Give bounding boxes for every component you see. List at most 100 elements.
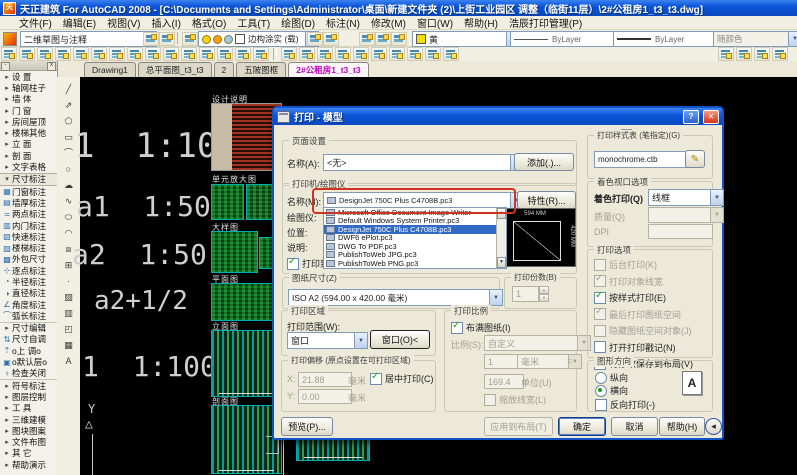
printer-list-item[interactable]: DesignJet 750C Plus C4708B.pc3 [324, 225, 497, 234]
draw-tool-icon[interactable]: ☁ [59, 177, 78, 193]
dialog-close-icon[interactable]: ✕ [703, 110, 719, 124]
sidebar-item[interactable]: ▸ 设 置 [0, 71, 57, 82]
lock-icon[interactable] [224, 35, 233, 44]
layer-tool-icon[interactable] [736, 47, 752, 61]
fit-to-paper-checkbox[interactable]: 布满图纸(I) [451, 321, 511, 334]
layer-tool-icon[interactable] [73, 47, 89, 61]
layer-tool-icon[interactable] [217, 47, 233, 61]
radio-icon[interactable] [595, 385, 607, 397]
make-object-layer-icon[interactable] [375, 32, 391, 46]
layer-tool-icon[interactable] [19, 47, 35, 61]
layer-tool-icon[interactable] [91, 47, 107, 61]
sidebar-item[interactable]: ▥ 内门标注 [0, 220, 57, 231]
sidebar-item[interactable]: ▸ 立 面 [0, 139, 57, 150]
sidebar-item[interactable]: ▸ 图块图案 [0, 425, 57, 436]
checkbox-icon[interactable] [594, 308, 606, 320]
sidebar-item[interactable]: ◑ 直径标注 [0, 288, 57, 299]
layer-isolate-icon[interactable] [391, 32, 407, 46]
help-button[interactable]: 帮助(H) [659, 417, 705, 436]
layer-tool-icon[interactable] [335, 47, 351, 61]
menu-item[interactable]: 标注(N) [321, 15, 365, 30]
sidebar-item[interactable]: ▸ 帮助演示 [0, 459, 57, 470]
workspace-settings-icon[interactable] [143, 32, 159, 46]
sidebar-item[interactable]: ▣ o默认层o [0, 356, 57, 367]
sidebar-item[interactable]: ▸ 符号标注 [0, 379, 57, 391]
document-tab[interactable]: 2 [214, 62, 235, 77]
sidebar-item[interactable]: ▸ 其 它 [0, 448, 57, 459]
draw-tool-icon[interactable]: A [59, 353, 78, 369]
sidebar-item[interactable]: ♀ 检查关闭 [0, 368, 57, 379]
draw-tool-icon[interactable]: ◰ [59, 321, 78, 337]
checkbox-icon[interactable] [594, 341, 606, 353]
layer-tool-icon[interactable] [353, 47, 369, 61]
printer-list-item[interactable]: DWF6 ePlot.pc3 [324, 234, 497, 243]
layer-tool-icon[interactable] [181, 47, 197, 61]
sidebar-item[interactable]: ▸ 房间屋顶 [0, 116, 57, 127]
sidebar-item[interactable]: ⊹ 逐点标注 [0, 265, 57, 276]
workspace-save-icon[interactable] [159, 32, 175, 46]
layer-tool-icon[interactable] [253, 47, 269, 61]
less-options-button[interactable]: ◂ [705, 418, 722, 435]
draw-tool-icon[interactable]: ⬭ [59, 209, 78, 225]
plot-upside-down-checkbox[interactable]: 反向打印(-) [595, 398, 655, 411]
radio-icon[interactable] [595, 372, 607, 384]
chevron-down-icon[interactable]: ▼ [354, 333, 367, 348]
pagesetup-name-select[interactable]: <无> ▼ [323, 154, 524, 171]
cancel-button[interactable]: 取消 [611, 417, 658, 436]
checkbox-icon[interactable] [594, 259, 606, 271]
shade-plot-select[interactable]: 线框 ▼ [648, 189, 724, 206]
sidebar-item[interactable]: ▤ 墙厚标注 [0, 197, 57, 208]
printer-list-item[interactable]: Default Windows System Printer.pc3 [324, 217, 497, 226]
plot-option-checkbox[interactable]: 最后打印图纸空间 [594, 308, 710, 321]
chevron-down-icon[interactable]: ▼ [710, 190, 723, 205]
close-icon[interactable]: x [47, 62, 56, 71]
layer-tool-icon[interactable] [145, 47, 161, 61]
menu-item[interactable]: 窗口(W) [412, 15, 458, 30]
center-plot-checkbox[interactable]: 居中打印(C) [370, 372, 434, 385]
layer-tool-icon[interactable] [55, 47, 71, 61]
layer-tool-icon[interactable] [1, 47, 17, 61]
list-scrollbar[interactable]: ▲ ▼ [496, 208, 506, 268]
menu-item[interactable]: 浩辰打印管理(P) [504, 15, 587, 30]
layer-states-icon[interactable] [323, 32, 339, 46]
menu-item[interactable]: 工具(T) [232, 15, 275, 30]
draw-tool-icon[interactable]: ∿ [59, 193, 78, 209]
layer-tool-icon[interactable] [443, 47, 459, 61]
sidebar-item[interactable]: ◔ 半径标注 [0, 276, 57, 287]
sidebar-item[interactable]: ▸ 轴网柱子 [0, 82, 57, 93]
sidebar-item[interactable]: ▸ 墙 体 [0, 94, 57, 105]
dialog-help-icon[interactable]: ? [683, 110, 699, 124]
document-tab[interactable]: 总平面图_t3_t3 [138, 62, 212, 77]
layer-filter-icon[interactable] [359, 32, 375, 46]
layer-tool-icon[interactable] [37, 47, 53, 61]
draw-tool-icon[interactable]: ⧈ [59, 241, 78, 257]
printer-list-item[interactable]: DWG To PDF.pc3 [324, 242, 497, 251]
plot-option-checkbox[interactable]: 打开打印戳记(N) [594, 341, 710, 354]
sidebar-item[interactable]: ▩ 外包尺寸 [0, 254, 57, 265]
paper-size-select[interactable]: ISO A2 (594.00 x 420.00 毫米) ▼ [288, 289, 503, 306]
layer-tool-icon[interactable] [425, 47, 441, 61]
sidebar-item[interactable]: ≍ 两点标注 [0, 209, 57, 220]
window-pick-button[interactable]: 窗口(O)< [370, 330, 430, 349]
document-tab[interactable]: 2#公租房1_t3_t3 [288, 62, 368, 77]
sidebar-item[interactable]: ▧ 快速标注 [0, 231, 57, 242]
layer-tool-icon[interactable] [127, 47, 143, 61]
sidebar-item[interactable]: ⇅ 尺寸自调 [0, 334, 57, 345]
scroll-down-icon[interactable]: ▼ [497, 257, 506, 268]
document-tab[interactable]: 五陂图框 [236, 62, 286, 77]
layer-select[interactable]: 边构涂实 (载) ▼ [198, 31, 319, 47]
landscape-radio[interactable]: 横向 [595, 384, 628, 397]
sidebar-item[interactable]: ▸ 图层控制 [0, 391, 57, 402]
sidebar-item[interactable]: ▸ 文件布图 [0, 437, 57, 448]
draw-tool-icon[interactable]: ╱ [59, 81, 78, 97]
menu-item[interactable]: 帮助(H) [459, 15, 503, 30]
draw-tool-icon[interactable]: ▦ [59, 337, 78, 353]
document-tab[interactable]: Drawing1 [84, 62, 136, 77]
layer-tool-icon[interactable] [371, 47, 387, 61]
preview-button[interactable]: 预览(P)... [281, 417, 333, 436]
sidebar-item[interactable]: ▸ 门 窗 [0, 105, 57, 116]
menu-item[interactable]: 插入(I) [146, 15, 185, 30]
sidebar-item[interactable]: ▨ 楼梯标注 [0, 242, 57, 253]
draw-tool-icon[interactable]: ○ [59, 161, 78, 177]
checkbox-icon[interactable] [451, 322, 463, 334]
